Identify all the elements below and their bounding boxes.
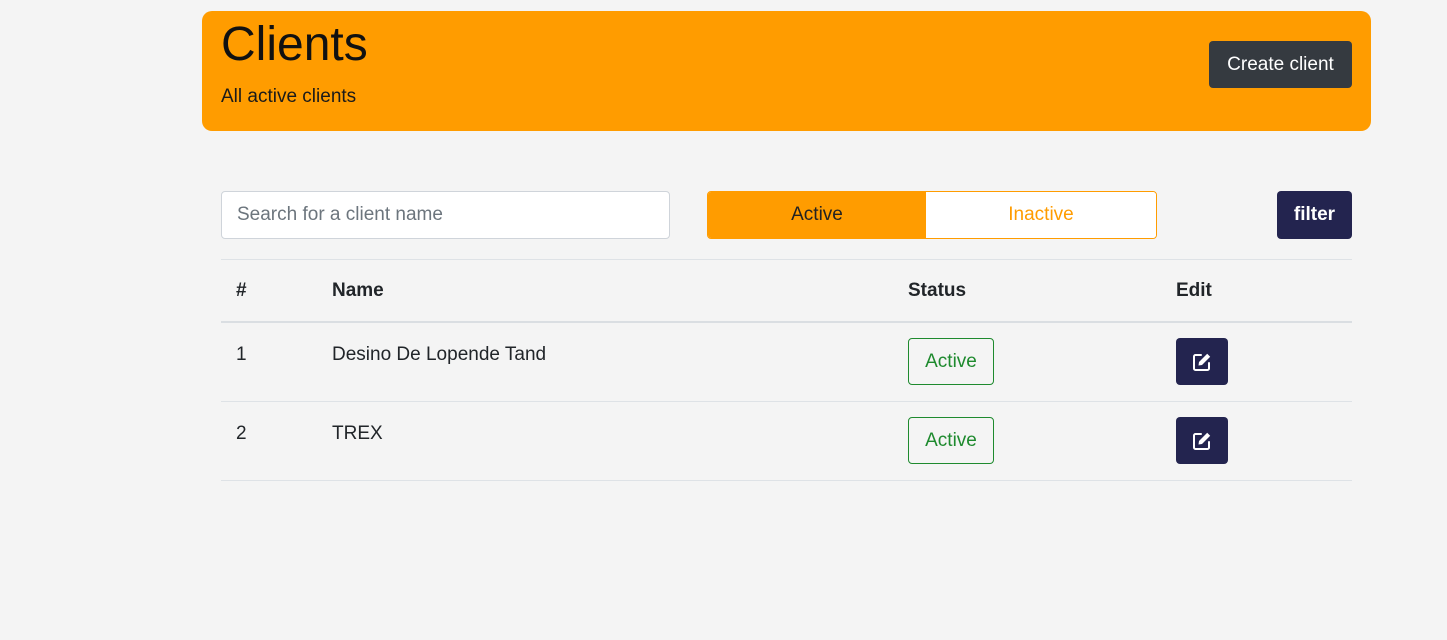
status-badge[interactable]: Active: [908, 338, 994, 385]
edit-client-button[interactable]: [1176, 338, 1228, 385]
column-header-edit: Edit: [1176, 280, 1212, 301]
client-name: TREX: [332, 423, 383, 444]
clients-table: # Name Status Edit 1 Desino De Lopende T…: [221, 259, 1352, 481]
client-search-input[interactable]: [221, 191, 670, 239]
table-row: 2 TREX Active: [221, 402, 1352, 481]
table-header-row: # Name Status Edit: [221, 260, 1352, 323]
active-toggle-button[interactable]: Active: [708, 192, 926, 238]
table-row: 1 Desino De Lopende Tand Active: [221, 323, 1352, 402]
row-number: 1: [236, 344, 247, 365]
page-header: Clients All active clients Create client: [202, 11, 1371, 131]
edit-client-button[interactable]: [1176, 417, 1228, 464]
page-title: Clients: [221, 18, 368, 71]
status-badge[interactable]: Active: [908, 417, 994, 464]
row-number: 2: [236, 423, 247, 444]
page-subtitle: All active clients: [221, 86, 357, 107]
client-name: Desino De Lopende Tand: [332, 344, 547, 365]
column-header-number: #: [236, 280, 247, 301]
column-header-name: Name: [332, 280, 384, 301]
filter-button[interactable]: filter: [1277, 191, 1352, 239]
create-client-button[interactable]: Create client: [1209, 41, 1352, 88]
column-header-status: Status: [908, 280, 967, 301]
inactive-toggle-button[interactable]: Inactive: [926, 192, 1156, 238]
edit-icon: [1193, 432, 1211, 450]
status-toggle: Active Inactive: [707, 191, 1157, 239]
edit-icon: [1193, 353, 1211, 371]
